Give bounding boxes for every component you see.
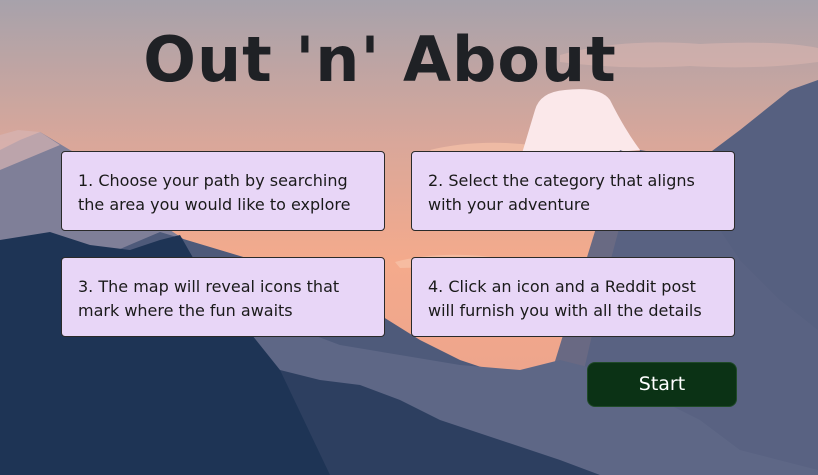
page-title: Out 'n' About: [143, 23, 617, 96]
instruction-card-step-2: 2. Select the category that aligns with …: [411, 151, 735, 231]
instruction-card-step-3: 3. The map will reveal icons that mark w…: [61, 257, 385, 337]
instruction-card-step-4: 4. Click an icon and a Reddit post will …: [411, 257, 735, 337]
instruction-card-step-1: 1. Choose your path by searching the are…: [61, 151, 385, 231]
start-button[interactable]: Start: [587, 362, 737, 407]
